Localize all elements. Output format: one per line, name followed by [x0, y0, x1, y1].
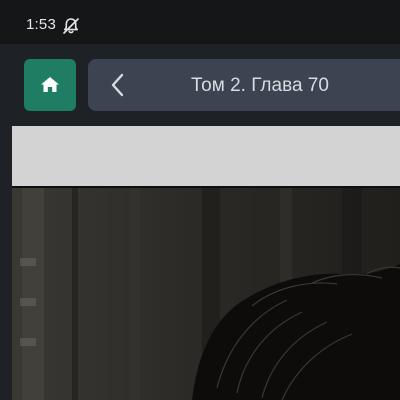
screen: 1:53 Том 2. Глава 70 [0, 0, 400, 400]
chapter-selector[interactable]: Том 2. Глава 70 [88, 59, 400, 111]
manga-panel-image [12, 188, 400, 400]
reader-page[interactable] [12, 126, 400, 400]
status-bar: 1:53 [0, 0, 400, 44]
blank-panel [12, 126, 400, 186]
status-time: 1:53 [26, 16, 56, 33]
reader-toolbar: Том 2. Глава 70 [0, 44, 400, 124]
home-icon [39, 75, 61, 95]
chevron-left-icon[interactable] [106, 71, 130, 99]
notifications-off-icon [61, 16, 81, 36]
chapter-title: Том 2. Глава 70 [191, 75, 329, 96]
home-button[interactable] [24, 59, 76, 111]
